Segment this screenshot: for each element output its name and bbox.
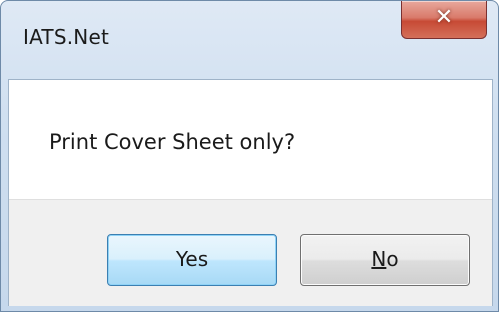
window-title: IATS.Net — [23, 25, 110, 49]
no-button[interactable]: No — [300, 234, 470, 286]
no-button-label: No — [371, 247, 399, 271]
dialog-window: IATS.Net ✕ Print Cover Sheet only? Yes N… — [0, 0, 499, 312]
yes-button[interactable]: Yes — [107, 234, 277, 286]
dialog-message: Print Cover Sheet only? — [49, 130, 296, 154]
button-area: Yes No — [9, 199, 492, 306]
dialog-content: Print Cover Sheet only? Yes No — [8, 79, 493, 306]
yes-button-label: Yes — [175, 247, 209, 271]
close-button[interactable]: ✕ — [401, 1, 487, 39]
close-icon: ✕ — [434, 5, 454, 30]
title-bar[interactable]: IATS.Net ✕ — [1, 1, 498, 79]
